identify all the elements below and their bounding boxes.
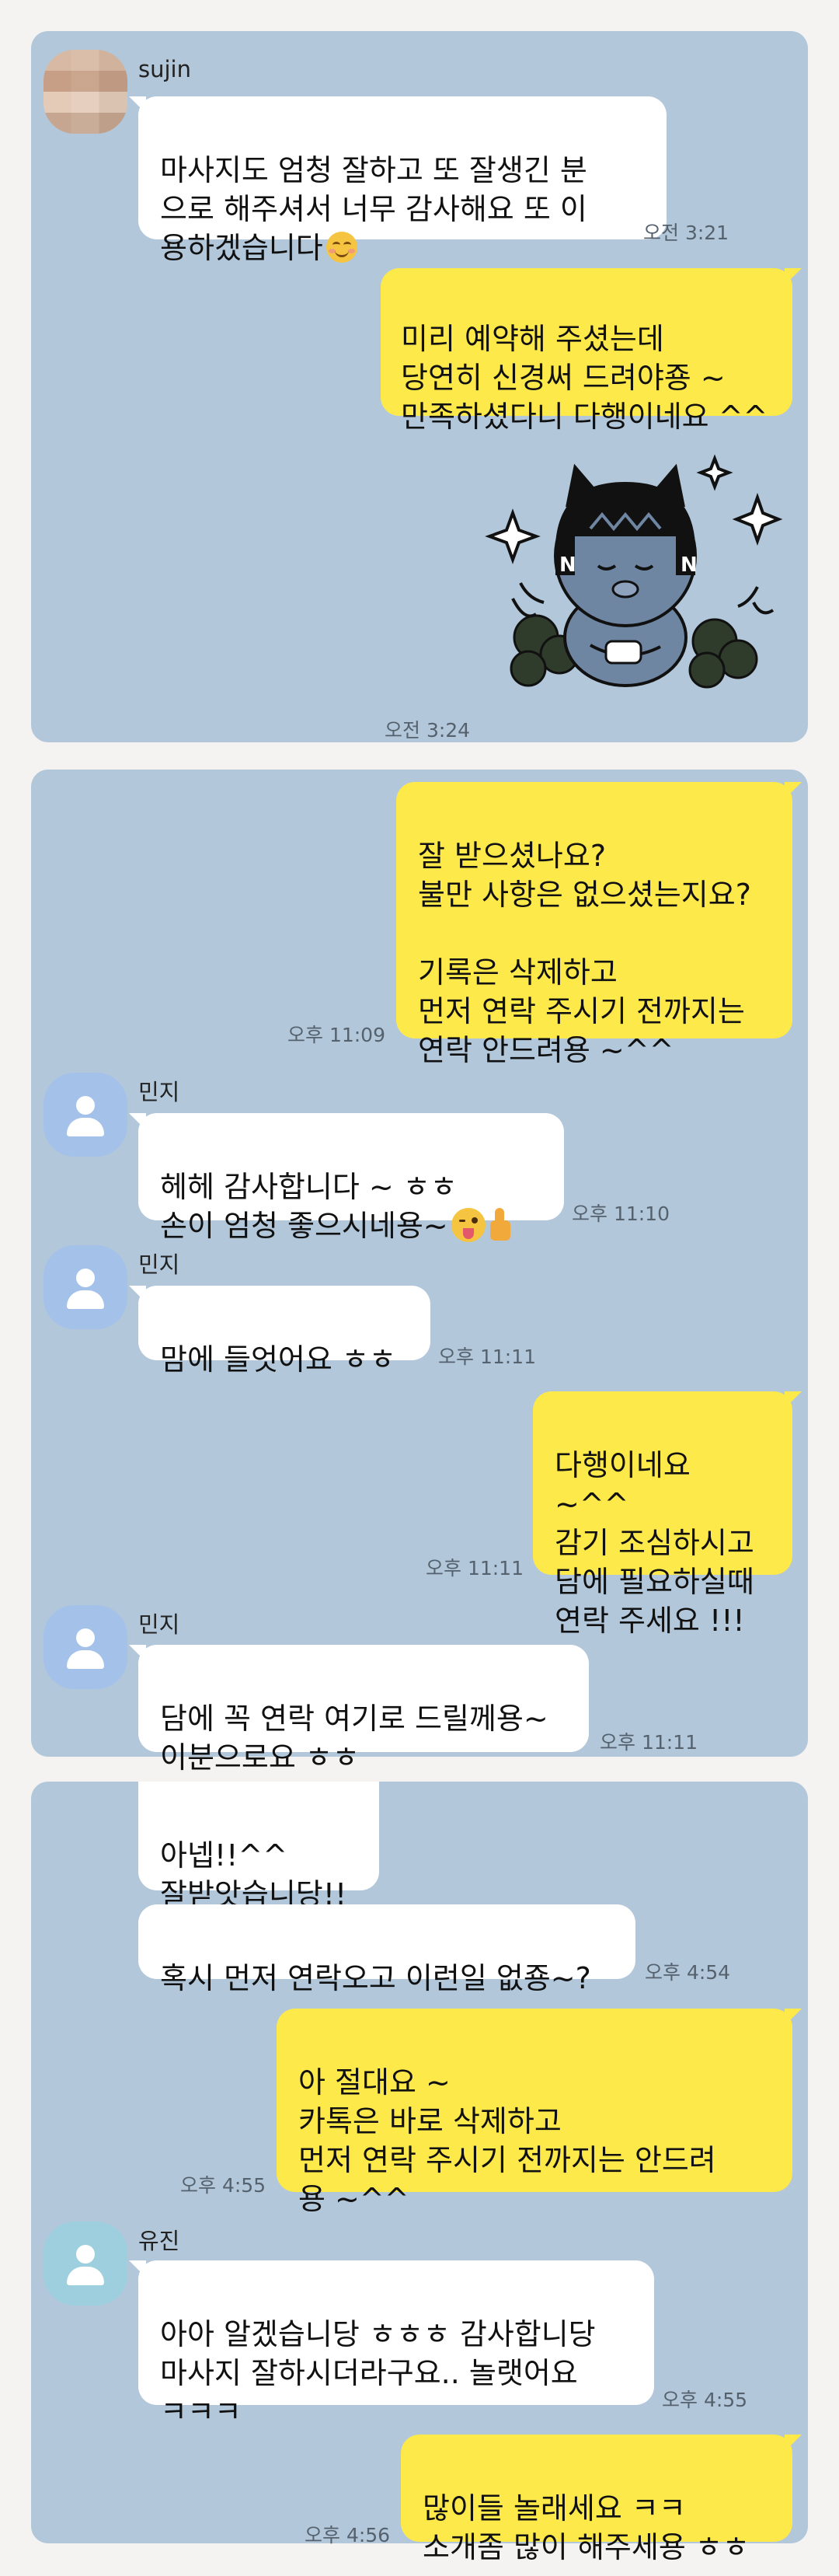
message-text: 많이들 놀래세요 ㅋㅋ 소개좀 많이 해주세용 ㅎㅎ xyxy=(423,2491,750,2564)
person-body-icon xyxy=(67,1118,104,1136)
person-icon xyxy=(76,2245,95,2264)
sender-name: 민지 xyxy=(138,1611,180,1638)
message-timestamp: 오후 11:11 xyxy=(438,1346,536,1368)
avatar-yujin[interactable] xyxy=(44,2222,127,2305)
message-text: 담에 꼭 연락 여기로 드릴께용~ 이분으로요 ㅎㅎ xyxy=(160,1702,548,1775)
outgoing-message[interactable]: 잘 받으셨나요? 불만 사항은 없으셨는지요? 기록은 삭제하고 먼저 연락 주… xyxy=(396,782,802,1067)
kakao-friends-cat-sticker-icon[interactable]: N N xyxy=(482,443,808,700)
outgoing-message[interactable]: 아 절대요 ~ 카톡은 바로 삭제하고 먼저 연락 주시기 전까지는 안드려 용… xyxy=(277,2009,802,2216)
message-text: 혹시 먼저 연락오고 이런일 없죵~? xyxy=(160,1961,591,1995)
message-text: 아아 알겠습니당 ㅎㅎㅎ 감사합니당 마사지 잘하시더라구요.. 놀랫어요 ㅋㅋ… xyxy=(160,2317,596,2429)
incoming-message[interactable]: 혹시 먼저 연락오고 이런일 없죵~? xyxy=(138,1904,635,1995)
person-body-icon xyxy=(67,1290,104,1309)
blush-smile-emoji-icon xyxy=(326,232,357,263)
avatar-minji[interactable] xyxy=(44,1073,127,1157)
sender-name: 민지 xyxy=(138,1251,180,1278)
message-timestamp: 오후 4:56 xyxy=(305,2524,391,2546)
message-text: 미리 예약해 주셨는데 당연히 신경써 드려야죵 ~ 만족하셨다니 다행이네요 … xyxy=(401,322,768,434)
thumbs-up-emoji-icon xyxy=(487,1208,513,1242)
message-text: 마사지도 엄청 잘하고 또 잘생긴 분 으로 해주셔서 너무 감사해요 또 이 … xyxy=(160,153,587,265)
chat-panel-3: 아넵!!^^ 잘받앗습니당!! 혹시 먼저 연락오고 이런일 없죵~? 오후 4… xyxy=(31,1782,808,2564)
person-body-icon xyxy=(67,2267,104,2285)
incoming-message[interactable]: 마사지도 엄청 잘하고 또 잘생긴 분 으로 해주셔서 너무 감사해요 또 이 … xyxy=(129,96,667,265)
outgoing-message[interactable]: 다행이네요 ~^^ 감기 조심하시고 담에 필요하실때 연락 주세요 !!! xyxy=(533,1391,802,1638)
sender-name: 유진 xyxy=(138,2228,180,2254)
incoming-message[interactable]: 맘에 들엇어요 ㅎㅎ xyxy=(129,1286,430,1377)
message-text: 다행이네요 ~^^ 감기 조심하시고 담에 필요하실때 연락 주세요 !!! xyxy=(555,1448,754,1638)
outgoing-message[interactable]: 미리 예약해 주셨는데 당연히 신경써 드려야죵 ~ 만족하셨다니 다행이네요 … xyxy=(381,268,802,434)
incoming-message[interactable]: 헤헤 감사합니다 ~ ㅎㅎ 손이 엄청 좋으시네용~ xyxy=(129,1113,564,1243)
avatar-minji[interactable] xyxy=(44,1245,127,1329)
person-icon xyxy=(76,1628,95,1647)
chat-panel-2: 잘 받으셨나요? 불만 사항은 없으셨는지요? 기록은 삭제하고 먼저 연락 주… xyxy=(31,770,808,1775)
message-timestamp: 오후 4:55 xyxy=(180,2174,266,2197)
sender-name: 민지 xyxy=(138,1079,180,1105)
person-body-icon xyxy=(67,1650,104,1669)
message-timestamp: 오전 3:21 xyxy=(643,222,729,244)
message-timestamp: 오후 4:54 xyxy=(645,1961,731,1984)
message-timestamp: 오후 11:11 xyxy=(426,1557,524,1579)
incoming-message[interactable]: 담에 꼭 연락 여기로 드릴께용~ 이분으로요 ㅎㅎ xyxy=(129,1645,589,1775)
message-timestamp: 오후 11:11 xyxy=(600,1731,698,1754)
message-timestamp: 오후 11:10 xyxy=(572,1202,670,1225)
message-text: 잘 받으셨나요? 불만 사항은 없으셨는지요? 기록은 삭제하고 먼저 연락 주… xyxy=(418,839,751,1067)
incoming-message[interactable]: 아아 알겠습니당 ㅎㅎㅎ 감사합니당 마사지 잘하시더라구요.. 놀랫어요 ㅋㅋ… xyxy=(129,2260,654,2429)
message-timestamp: 오후 11:09 xyxy=(287,1024,385,1046)
message-text: 아 절대요 ~ 카톡은 바로 삭제하고 먼저 연락 주시기 전까지는 안드려 용… xyxy=(298,2065,716,2216)
message-text: 아넵!!^^ 잘받앗습니당!! xyxy=(160,1838,347,1911)
avatar-sujin-blurred[interactable] xyxy=(44,50,127,134)
outgoing-message[interactable]: 많이들 놀래세요 ㅋㅋ 소개좀 많이 해주세용 ㅎㅎ xyxy=(401,2435,802,2564)
sender-name: sujin xyxy=(138,56,191,82)
avatar-minji[interactable] xyxy=(44,1605,127,1689)
message-text: 맘에 들엇어요 ㅎㅎ xyxy=(160,1342,396,1377)
message-timestamp: 오후 4:55 xyxy=(662,2389,748,2411)
chat-panel-1: sujin 마사지도 엄청 잘하고 또 잘생긴 분 으로 해주셔서 너무 감사해… xyxy=(31,31,808,742)
winking-tongue-emoji-icon xyxy=(451,1208,486,1242)
incoming-message[interactable]: 아넵!!^^ 잘받앗습니당!! xyxy=(138,1782,379,1911)
svg-text:N: N xyxy=(559,553,576,577)
person-icon xyxy=(76,1269,95,1287)
svg-text:N: N xyxy=(681,553,698,577)
person-icon xyxy=(76,1096,95,1115)
message-timestamp: 오전 3:24 xyxy=(385,719,471,742)
message-text: 헤헤 감사합니다 ~ ㅎㅎ 손이 엄청 좋으시네용~ xyxy=(160,1170,458,1243)
